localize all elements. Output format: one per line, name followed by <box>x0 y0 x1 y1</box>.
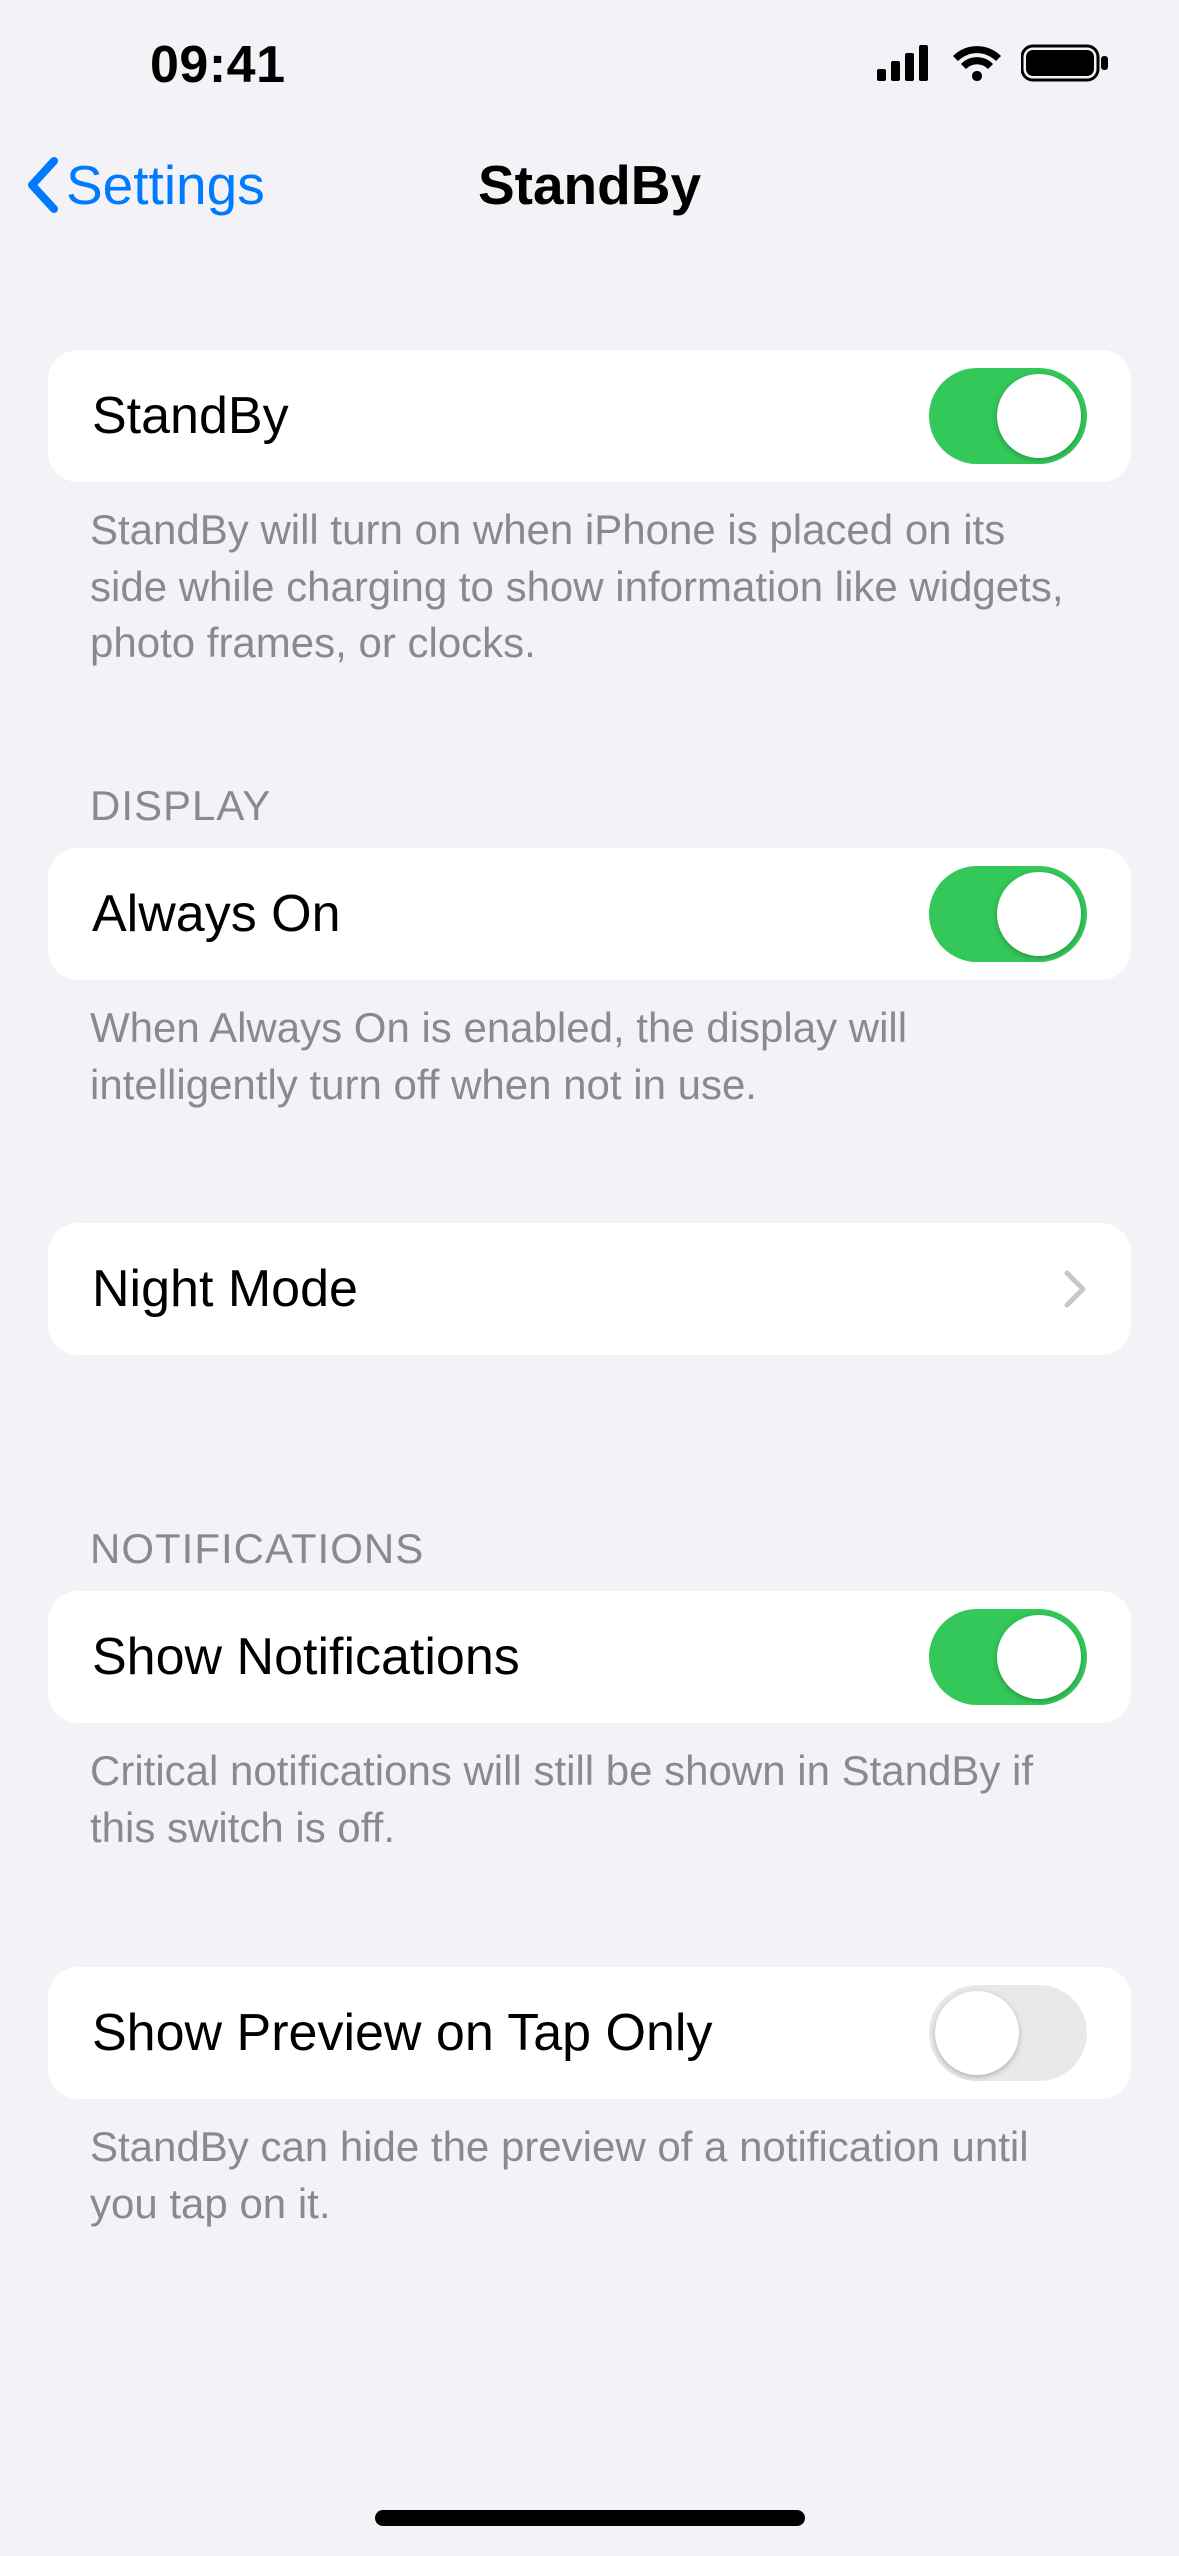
page-title: StandBy <box>478 153 701 217</box>
status-icons <box>877 43 1109 88</box>
show-notifications-label: Show Notifications <box>92 1627 929 1687</box>
always-on-label: Always On <box>92 884 929 944</box>
standby-switch[interactable] <box>929 368 1087 464</box>
always-on-group: Always On <box>48 848 1131 980</box>
preview-switch[interactable] <box>929 1985 1087 2081</box>
back-button[interactable]: Settings <box>24 153 265 217</box>
battery-icon <box>1021 43 1109 88</box>
status-time: 09:41 <box>150 35 286 95</box>
home-indicator <box>375 2510 805 2526</box>
night-mode-group: Night Mode <box>48 1223 1131 1355</box>
always-on-footer: When Always On is enabled, the display w… <box>48 980 1131 1113</box>
status-bar: 09:41 <box>0 0 1179 130</box>
wifi-icon <box>951 44 1003 87</box>
night-mode-row[interactable]: Night Mode <box>48 1223 1131 1355</box>
show-notifications-row[interactable]: Show Notifications <box>48 1591 1131 1723</box>
show-notifications-footer: Critical notifications will still be sho… <box>48 1723 1131 1856</box>
preview-footer: StandBy can hide the preview of a notifi… <box>48 2099 1131 2232</box>
show-notifications-switch[interactable] <box>929 1609 1087 1705</box>
always-on-switch[interactable] <box>929 866 1087 962</box>
night-mode-label: Night Mode <box>92 1259 1063 1319</box>
display-section-header: DISPLAY <box>48 782 1131 848</box>
show-notifications-group: Show Notifications <box>48 1591 1131 1723</box>
notifications-section-header: NOTIFICATIONS <box>48 1525 1131 1591</box>
standby-footer: StandBy will turn on when iPhone is plac… <box>48 482 1131 672</box>
standby-label: StandBy <box>92 386 929 446</box>
standby-group: StandBy <box>48 350 1131 482</box>
preview-row[interactable]: Show Preview on Tap Only <box>48 1967 1131 2099</box>
preview-label: Show Preview on Tap Only <box>92 2003 929 2063</box>
always-on-row[interactable]: Always On <box>48 848 1131 980</box>
cellular-icon <box>877 45 933 86</box>
preview-group: Show Preview on Tap Only <box>48 1967 1131 2099</box>
nav-bar: Settings StandBy <box>0 130 1179 240</box>
chevron-left-icon <box>24 157 60 213</box>
back-label: Settings <box>66 153 265 217</box>
chevron-right-icon <box>1063 1269 1087 1309</box>
standby-row[interactable]: StandBy <box>48 350 1131 482</box>
